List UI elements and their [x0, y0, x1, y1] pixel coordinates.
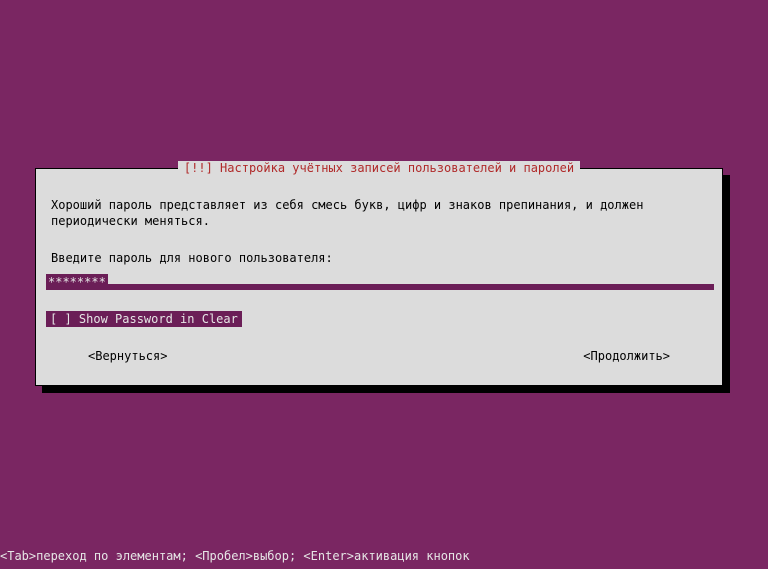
show-password-checkbox[interactable]: [ ] Show Password in Clear	[46, 311, 242, 327]
dialog-title-wrap: [!!] Настройка учётных записей пользоват…	[36, 161, 722, 175]
password-input-underline	[108, 284, 714, 290]
dialog: [!!] Настройка учётных записей пользоват…	[35, 168, 723, 386]
password-value: ********	[46, 274, 108, 290]
continue-button[interactable]: <Продолжить>	[583, 349, 670, 363]
password-input[interactable]: ********	[46, 274, 714, 290]
footer-hint: <Tab>переход по элементам; <Пробел>выбор…	[0, 549, 768, 563]
dialog-description: Хороший пароль представляет из себя смес…	[51, 197, 707, 229]
button-row: <Вернуться> <Продолжить>	[36, 349, 722, 363]
back-button[interactable]: <Вернуться>	[88, 349, 167, 363]
password-prompt: Введите пароль для нового пользователя:	[51, 251, 333, 265]
dialog-title: [!!] Настройка учётных записей пользоват…	[178, 161, 580, 175]
